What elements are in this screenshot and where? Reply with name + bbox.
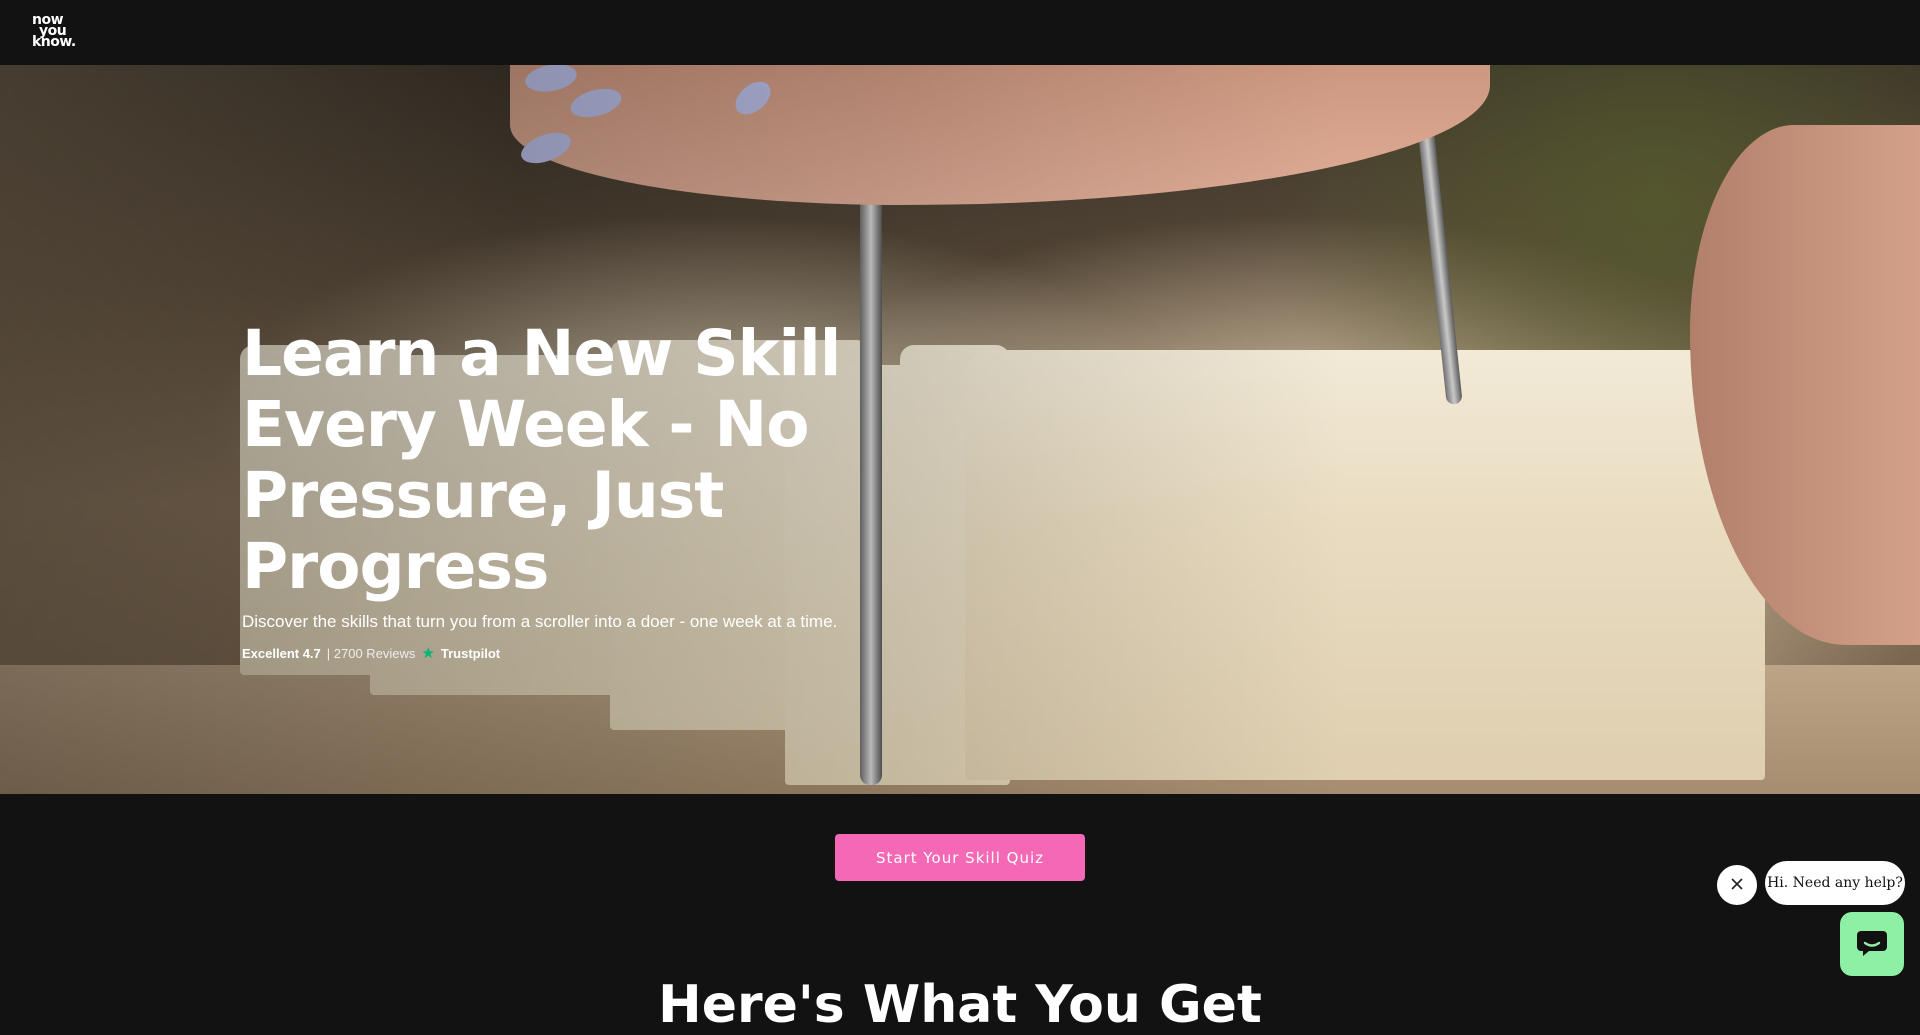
brand-logo[interactable]: now you know. [32,13,76,50]
chat-help-prompt[interactable]: Hi. Need any help? [1765,861,1905,905]
chat-icon [1855,928,1889,961]
start-skill-quiz-button[interactable]: Start Your Skill Quiz [835,834,1085,881]
top-nav-bar: now you know. [0,0,1920,65]
hero-content: Learn a New Skill Every Week - No Pressu… [242,318,842,661]
rating-score: Excellent 4.7 [242,646,321,661]
close-chat-prompt-button[interactable] [1717,865,1757,905]
chat-launcher-button[interactable] [1840,912,1904,976]
trustpilot-label: Trustpilot [440,646,501,661]
logo-line-3: know. [32,34,76,50]
section-heading: Here's What You Get [658,975,1262,1035]
close-icon [1730,877,1744,894]
review-count: | 2700 Reviews [326,646,416,661]
hero-title: Learn a New Skill Every Week - No Pressu… [242,317,841,603]
star-icon: ★ [421,645,435,662]
hero-subtitle: Discover the skills that turn you from a… [242,612,838,631]
trustpilot-rating[interactable]: Excellent 4.7 | 2700 Reviews ★ Trustpilo… [242,646,842,661]
